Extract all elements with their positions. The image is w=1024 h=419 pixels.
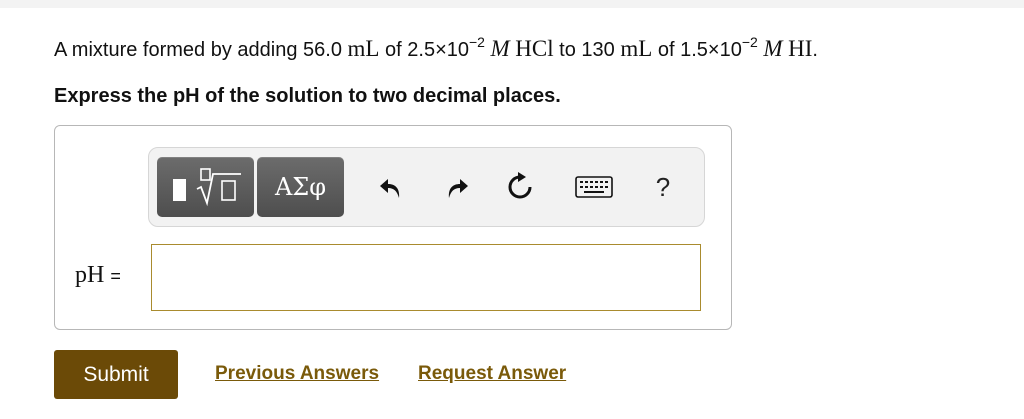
help-button[interactable]: ?: [646, 170, 680, 204]
top-strip: [0, 0, 1024, 8]
equals-sign: =: [110, 266, 121, 286]
math-toolbar: ΑΣφ ?: [148, 147, 705, 227]
request-answer-link[interactable]: Request Answer: [418, 363, 566, 385]
molar-1: M: [490, 36, 510, 61]
problem-end: .: [812, 39, 818, 61]
templates-icon: [173, 168, 241, 207]
reset-button[interactable]: [503, 170, 537, 204]
keyboard-button[interactable]: [574, 170, 614, 204]
molar-2: M: [763, 36, 783, 61]
undo-button[interactable]: [375, 170, 409, 204]
redo-button[interactable]: [439, 170, 473, 204]
problem-prefix: A mixture formed by adding 56.0: [54, 39, 342, 61]
submit-button[interactable]: Submit: [54, 350, 178, 399]
acid-hcl: HCl: [515, 36, 554, 61]
templates-button[interactable]: [157, 157, 254, 217]
greek-symbols-button[interactable]: ΑΣφ: [257, 157, 344, 217]
instruction-text: Express the pH of the solution to two de…: [54, 85, 561, 107]
problem-of-2: of 1.5×10: [657, 39, 742, 61]
undo-icon: [380, 179, 400, 198]
unit-ml-1: mL: [347, 36, 380, 61]
exponent-2: −2: [741, 34, 758, 50]
previous-answers-link[interactable]: Previous Answers: [215, 363, 379, 385]
exponent-1: −2: [469, 34, 485, 50]
answer-box: ΑΣφ ? pH =: [54, 125, 732, 330]
acid-hi: HI: [788, 36, 813, 61]
redo-icon: [448, 179, 468, 198]
reset-icon: [508, 172, 532, 199]
problem-statement: A mixture formed by adding 56.0 mL of 2.…: [54, 34, 1014, 65]
problem-to: to 130: [559, 39, 615, 61]
ph-answer-input[interactable]: [151, 244, 701, 311]
keyboard-icon: [575, 176, 613, 198]
problem-of-1: of 2.5×10: [385, 39, 469, 61]
ph-label-text: pH: [75, 262, 105, 288]
unit-ml-2: mL: [620, 36, 653, 61]
ph-label: pH =: [75, 262, 121, 289]
